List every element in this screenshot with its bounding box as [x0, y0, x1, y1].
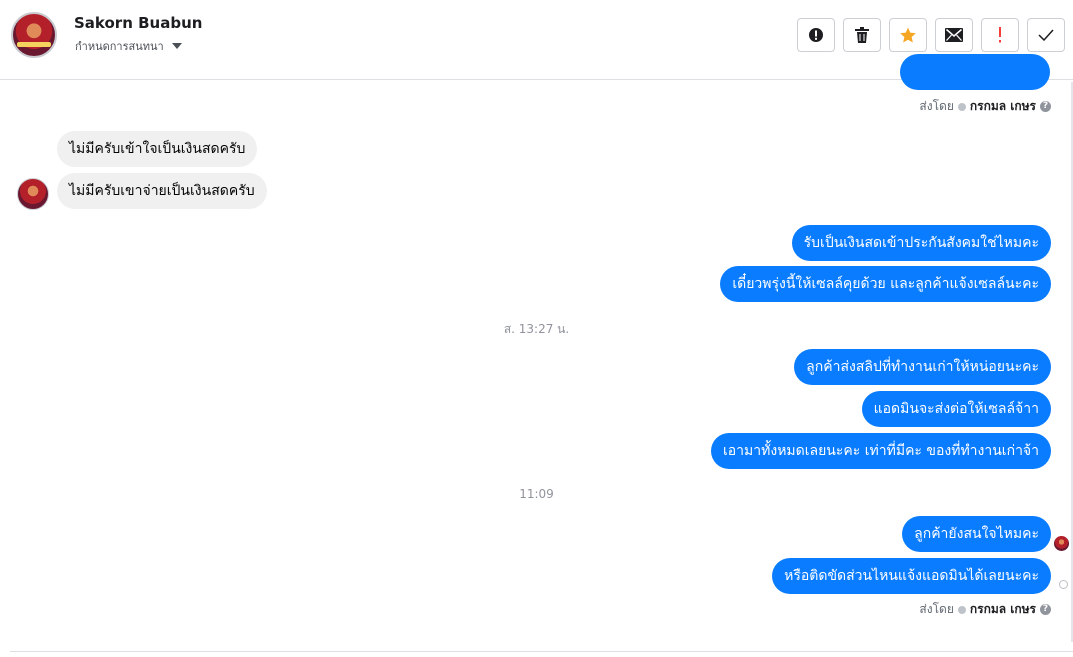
contact-avatar[interactable] [11, 12, 57, 58]
seen-avatar-icon [1054, 536, 1069, 551]
star-icon [900, 27, 916, 43]
mark-done-button[interactable] [1027, 18, 1065, 52]
incoming-message[interactable]: ไม่มีครับเข้าใจเป็นเงินสดครับ [57, 131, 258, 167]
sent-by-name[interactable]: กรกมล เกษร [970, 97, 1036, 116]
outgoing-message[interactable]: รับเป็นเงินสดเข้าประกันสังคมใช่ไหมคะ [791, 225, 1051, 261]
conversation-label-text: กำหนดการสนทนา [75, 40, 164, 53]
help-icon[interactable]: ? [1040, 604, 1051, 615]
exclamation-icon [999, 27, 1001, 43]
incoming-message[interactable]: ไม่มีครับเขาจ่ายเป็นเงินสดครับ [57, 173, 267, 209]
check-icon [1038, 29, 1054, 41]
follow-up-button[interactable] [981, 18, 1019, 52]
mark-spam-button[interactable] [797, 18, 835, 52]
outgoing-message[interactable]: เอามาทั้งหมดเลยนะคะ เท่าที่มีคะ ของที่ทำ… [710, 433, 1051, 469]
conversation-label-dropdown[interactable]: กำหนดการสนทนา [75, 37, 182, 55]
outgoing-message[interactable]: ลูกค้ายังสนใจไหมคะ [902, 516, 1051, 552]
alert-circle-icon [809, 28, 823, 42]
message-timestamp: 11:09 [519, 487, 554, 501]
sent-by-note: ส่งโดย กรกมล เกษร ? [919, 97, 1051, 116]
delivered-check-icon [1059, 580, 1068, 589]
outgoing-message[interactable]: เดี๋ยวพรุ่งนี้ให้เซลล์คุยด้วย และลูกค้าแ… [720, 266, 1051, 302]
sent-by-label: ส่งโดย [919, 99, 954, 113]
contact-name[interactable]: Sakorn Buabun [74, 14, 202, 32]
message-timestamp: ส. 13:27 น. [503, 322, 570, 336]
composer-divider [10, 651, 1073, 652]
star-button[interactable] [889, 18, 927, 52]
contact-avatar-small [17, 178, 49, 210]
sent-by-name[interactable]: กรกมล เกษร [970, 600, 1036, 619]
message-bubble-partial[interactable] [900, 54, 1050, 90]
outgoing-message[interactable]: แอดมินจะส่งต่อให้เซลล์จ้าา [861, 391, 1051, 427]
trash-icon [855, 27, 869, 43]
envelope-icon [945, 28, 963, 42]
mark-unread-button[interactable] [935, 18, 973, 52]
outgoing-message[interactable]: ลูกค้าส่งสลิปที่ทำงานเก่าให้หน่อยนะคะ [794, 349, 1051, 385]
sent-by-label: ส่งโดย [919, 602, 954, 616]
sent-check-icon [957, 102, 966, 111]
outgoing-message[interactable]: หรือติดขัดส่วนไหนแจ้งแอดมินได้เลยนะคะ [772, 558, 1051, 594]
sent-by-note: ส่งโดย กรกมล เกษร ? [919, 600, 1051, 619]
conversation-toolbar [797, 18, 1065, 52]
sent-check-icon [957, 605, 966, 614]
caret-down-icon [171, 43, 182, 49]
help-icon[interactable]: ? [1040, 101, 1051, 112]
delete-button[interactable] [843, 18, 881, 52]
